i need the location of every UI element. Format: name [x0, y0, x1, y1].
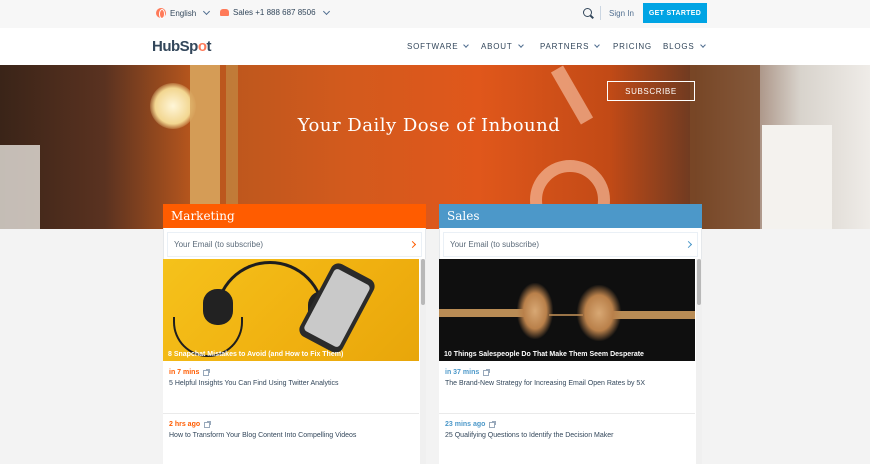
chevron-down-icon [322, 7, 330, 15]
feature-post[interactable]: 10 Things Salespeople Do That Make Them … [439, 259, 695, 361]
post-title[interactable]: How to Transform Your Blog Content Into … [169, 432, 409, 439]
post-meta: 2 hrs ago [169, 420, 409, 428]
card-title[interactable]: Sales [439, 204, 702, 228]
hero-title: Your Daily Dose of Inbound [297, 115, 561, 136]
email-placeholder: Your Email (to subscribe) [174, 240, 264, 249]
language-selector[interactable]: English [156, 7, 211, 19]
nav-label: ABOUT [481, 42, 513, 51]
sales-phone-label: Sales +1 888 687 8506 [233, 8, 316, 17]
post-time: in 7 mins [169, 369, 200, 376]
hubspot-logo[interactable]: HubSpot [152, 38, 212, 55]
smartphone-image [296, 260, 378, 356]
card-body: 8 Snapchat Mistakes to Avoid (and How to… [163, 259, 426, 464]
scroll-thumb[interactable] [421, 259, 425, 305]
post-time: 2 hrs ago [169, 421, 201, 428]
card-title[interactable]: Marketing [163, 204, 426, 228]
post-time: 23 mins ago [445, 421, 486, 428]
external-link-icon[interactable] [203, 368, 211, 376]
nav-pricing[interactable]: PRICING [613, 42, 652, 51]
external-link-icon[interactable] [483, 368, 491, 376]
hero-window [762, 125, 832, 229]
scrollbar[interactable] [420, 259, 426, 464]
sales-phone[interactable]: Sales +1 888 687 8506 [220, 7, 330, 17]
arrow-right-icon[interactable] [408, 240, 417, 249]
rope-fray [517, 283, 553, 339]
post-meta: in 37 mins [445, 368, 685, 376]
subscribe-button[interactable]: SUBSCRIBE [607, 81, 695, 101]
email-subscribe-row: Your Email (to subscribe) [439, 228, 702, 259]
post-title[interactable]: 5 Helpful Insights You Can Find Using Tw… [169, 380, 409, 387]
rope-image [439, 309, 529, 317]
headphone-ear [203, 289, 233, 325]
chevron-down-icon [203, 7, 211, 16]
feature-post[interactable]: 8 Snapchat Mistakes to Avoid (and How to… [163, 259, 419, 361]
email-placeholder: Your Email (to subscribe) [450, 240, 540, 249]
email-field[interactable]: Your Email (to subscribe) [167, 232, 422, 257]
post-meta: 23 mins ago [445, 420, 685, 428]
scrollbar[interactable] [696, 259, 702, 464]
post-item[interactable]: in 7 mins 5 Helpful Insights You Can Fin… [169, 368, 409, 387]
hero-window [0, 145, 40, 229]
feature-title[interactable]: 10 Things Salespeople Do That Make Them … [444, 351, 644, 358]
search-icon[interactable] [583, 8, 592, 17]
main-nav: HubSpot SOFTWARE ABOUT PARTNERS PRICING … [0, 28, 870, 65]
get-started-button[interactable]: GET STARTED [643, 3, 707, 23]
card-body: 10 Things Salespeople Do That Make Them … [439, 259, 702, 464]
blog-card-sales: Sales Your Email (to subscribe) 10 Thing… [439, 204, 702, 464]
language-label: English [170, 8, 197, 18]
nav-label: PRICING [613, 42, 652, 51]
hero-banner: Your Daily Dose of Inbound SUBSCRIBE [0, 65, 870, 229]
nav-blogs[interactable]: BLOGS [663, 42, 706, 51]
email-field[interactable]: Your Email (to subscribe) [443, 232, 698, 257]
utility-bar: English Sales +1 888 687 8506 Sign In GE… [0, 0, 870, 28]
post-item[interactable]: 23 mins ago 25 Qualifying Questions to I… [445, 420, 685, 439]
email-subscribe-row: Your Email (to subscribe) [163, 228, 426, 259]
nav-label: SOFTWARE [407, 42, 459, 51]
globe-icon [156, 8, 166, 19]
chevron-down-icon [594, 42, 601, 48]
nav-about[interactable]: ABOUT [481, 42, 524, 51]
divider [439, 413, 695, 414]
divider [600, 6, 601, 20]
chevron-down-icon [517, 42, 524, 48]
feature-title[interactable]: 8 Snapchat Mistakes to Avoid (and How to… [168, 351, 343, 358]
chevron-down-icon [699, 42, 706, 48]
arrow-right-icon[interactable] [684, 240, 693, 249]
external-link-icon[interactable] [204, 420, 212, 428]
chevron-down-icon [463, 42, 470, 48]
post-meta: in 7 mins [169, 368, 409, 376]
scroll-thumb[interactable] [697, 259, 701, 305]
rope-fray [577, 285, 621, 341]
post-title[interactable]: 25 Qualifying Questions to Identify the … [445, 432, 685, 439]
sign-in-link[interactable]: Sign In [609, 9, 634, 18]
nav-software[interactable]: SOFTWARE [407, 42, 470, 51]
post-time: in 37 mins [445, 369, 480, 376]
nav-partners[interactable]: PARTNERS [540, 42, 601, 51]
divider [163, 413, 419, 414]
nav-label: PARTNERS [540, 42, 590, 51]
nav-label: BLOGS [663, 42, 695, 51]
blog-card-marketing: Marketing Your Email (to subscribe) 8 Sn… [163, 204, 426, 464]
external-link-icon[interactable] [489, 420, 497, 428]
post-item[interactable]: 2 hrs ago How to Transform Your Blog Con… [169, 420, 409, 439]
phone-icon [220, 9, 229, 16]
post-title[interactable]: The Brand-New Strategy for Increasing Em… [445, 380, 685, 387]
post-item[interactable]: in 37 mins The Brand-New Strategy for In… [445, 368, 685, 387]
